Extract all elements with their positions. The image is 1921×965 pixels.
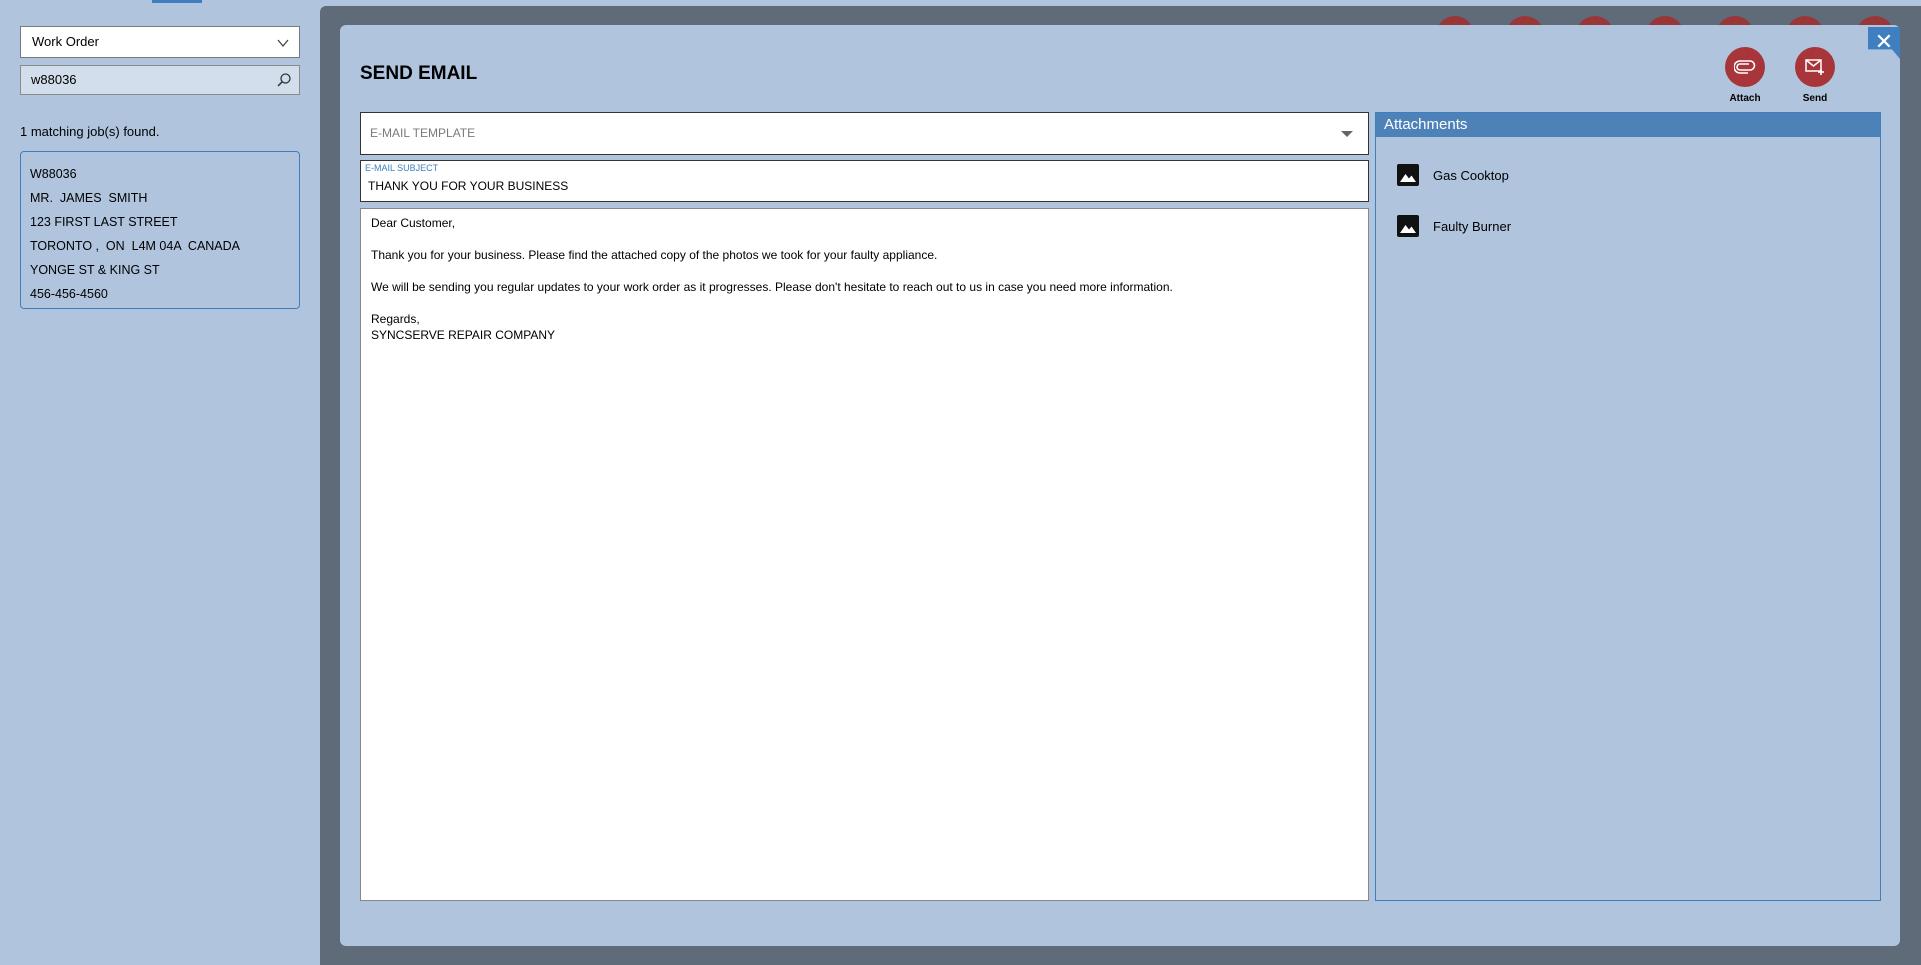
job-search-sidebar: Work Order w88036 1 matching job(s) foun… xyxy=(0,0,320,965)
email-subject-label: E-MAIL SUBJECT xyxy=(365,163,439,173)
match-count-text: 1 matching job(s) found. xyxy=(20,124,160,139)
search-type-value: Work Order xyxy=(32,34,99,49)
body-paragraph-1: Thank you for your business. Please find… xyxy=(371,248,938,262)
customer-city: TORONTO , ON L4M 04A CANADA xyxy=(30,239,241,253)
attach-label: Attach xyxy=(1729,93,1761,104)
customer-street: 123 FIRST LAST STREET xyxy=(30,215,178,229)
paperclip-icon xyxy=(1734,60,1756,74)
attachments-panel: Attachments Gas Cooktop Faulty Burner xyxy=(1375,112,1881,901)
attachment-name: Gas Cooktop xyxy=(1433,167,1509,183)
attachment-item[interactable]: Faulty Burner xyxy=(1396,213,1511,239)
customer-phone: 456-456-4560 xyxy=(30,287,108,301)
customer-intersection: YONGE ST & KING ST xyxy=(30,263,160,277)
send-button[interactable]: Send xyxy=(1787,47,1843,104)
job-result-card[interactable]: W88036 MR. JAMES SMITH 123 FIRST LAST ST… xyxy=(20,151,300,309)
search-type-dropdown[interactable]: Work Order xyxy=(20,26,300,58)
job-search-value: w88036 xyxy=(31,72,77,87)
email-template-placeholder: E-MAIL TEMPLATE xyxy=(370,126,476,140)
body-greeting: Dear Customer, xyxy=(371,216,456,230)
customer-name: MR. JAMES SMITH xyxy=(30,191,148,205)
job-number: W88036 xyxy=(30,167,77,181)
dropdown-arrow-icon xyxy=(1341,131,1353,137)
email-subject-value: THANK YOU FOR YOUR BUSINESS xyxy=(368,179,569,193)
attachment-name: Faulty Burner xyxy=(1433,218,1512,234)
dialog-title: SEND EMAIL xyxy=(360,63,478,84)
chevron-down-icon xyxy=(277,39,289,48)
body-paragraph-2: We will be sending you regular updates t… xyxy=(371,280,1173,294)
search-icon[interactable] xyxy=(276,72,292,88)
email-template-dropdown[interactable]: E-MAIL TEMPLATE xyxy=(360,112,1369,155)
email-subject-field[interactable]: E-MAIL SUBJECT THANK YOU FOR YOUR BUSINE… xyxy=(360,160,1369,202)
close-button[interactable]: ✕ xyxy=(1868,27,1900,59)
body-closing: Regards, xyxy=(371,312,420,326)
attachments-header: Attachments xyxy=(1376,113,1880,137)
send-circle[interactable] xyxy=(1795,47,1835,87)
send-label: Send xyxy=(1802,93,1828,104)
attachment-item[interactable]: Gas Cooktop xyxy=(1396,162,1509,188)
image-icon xyxy=(1397,164,1419,186)
body-signature: SYNCSERVE REPAIR COMPANY xyxy=(371,328,556,342)
send-email-dialog: SEND EMAIL ✕ Attach Send E-MAIL TEMPLATE… xyxy=(340,25,1900,946)
attach-circle[interactable] xyxy=(1725,47,1765,87)
close-icon: ✕ xyxy=(1874,29,1894,54)
email-body-textarea[interactable]: Dear Customer, Thank you for your busine… xyxy=(360,208,1369,901)
image-icon xyxy=(1397,215,1419,237)
attach-button[interactable]: Attach xyxy=(1717,47,1773,104)
send-mail-icon xyxy=(1805,59,1824,75)
job-search-input[interactable]: w88036 xyxy=(20,65,300,95)
